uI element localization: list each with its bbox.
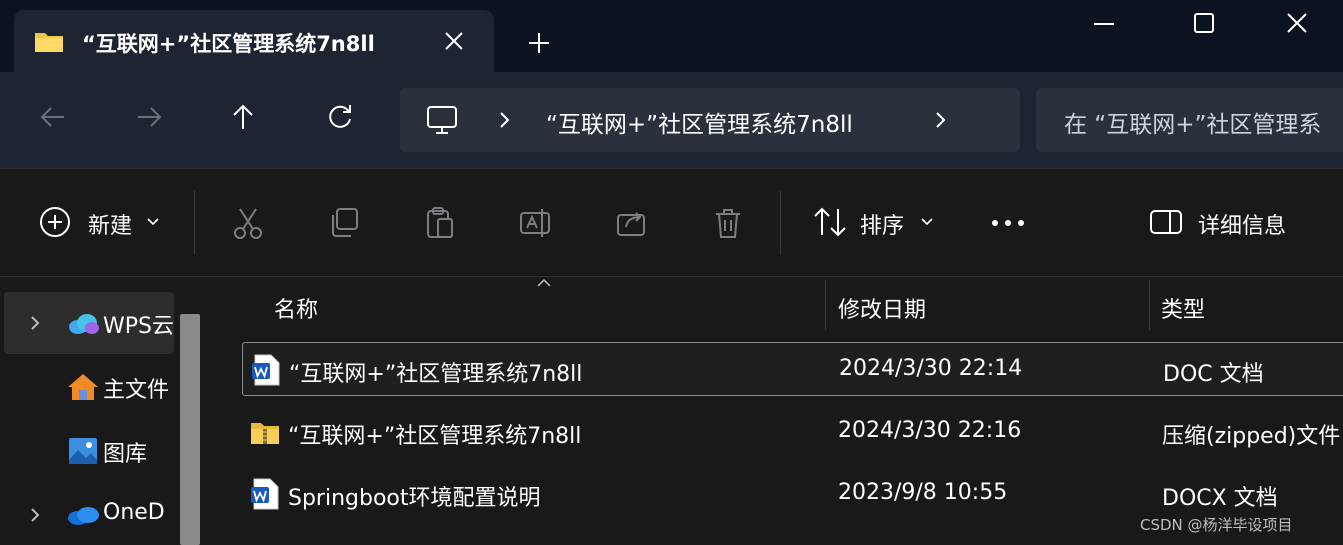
chevron-down-icon: [921, 218, 933, 226]
file-name: “互联网+”社区管理系统7n8ll: [289, 362, 583, 387]
back-arrow-icon[interactable]: [36, 100, 70, 134]
onedrive-icon: [68, 507, 99, 525]
toolbar-separator: [194, 191, 195, 255]
word-doc-icon: [251, 478, 279, 510]
close-tab-icon[interactable]: [440, 27, 468, 55]
tab-title: “互联网+”社区管理系统7n8ll: [82, 32, 375, 56]
rename-icon[interactable]: [518, 205, 554, 241]
sidebar-item-gallery[interactable]: 图库: [4, 420, 174, 482]
zip-folder-icon: [251, 423, 279, 444]
sidebar-item-label: 主文件: [103, 378, 170, 403]
forward-arrow-icon[interactable]: [132, 100, 166, 134]
refresh-icon[interactable]: [323, 100, 357, 134]
address-bar: “互联网+”社区管理系统7n8ll 在 “互联网+”社区管理系: [0, 72, 1343, 168]
file-type: DOCX 文档: [1162, 486, 1278, 511]
chevron-right-icon[interactable]: [928, 108, 952, 132]
sidebar-scrollbar-thumb[interactable]: [180, 314, 200, 545]
cut-icon[interactable]: [230, 205, 266, 241]
gallery-icon: [69, 438, 97, 464]
minimize-icon[interactable]: [1084, 8, 1124, 40]
file-list: 名称 修改日期 类型 “互联网+”社区管理系统7n8ll 2024/3/30 2…: [212, 278, 1343, 545]
column-header-name[interactable]: 名称: [274, 292, 318, 324]
toolbar-separator: [780, 191, 781, 255]
table-row[interactable]: “互联网+”社区管理系统7n8ll 2024/3/30 22:14 DOC 文档: [242, 342, 1343, 396]
file-modified: 2024/3/30 22:14: [839, 356, 1023, 381]
file-type: 压缩(zipped)文件: [1162, 424, 1341, 449]
details-pane-icon: [1150, 210, 1182, 234]
folder-icon: [35, 33, 63, 52]
table-row[interactable]: “互联网+”社区管理系统7n8ll 2024/3/30 22:16 压缩(zip…: [242, 405, 1343, 459]
breadcrumb-folder[interactable]: “互联网+”社区管理系统7n8ll: [546, 105, 853, 139]
details-label: 详细信息: [1198, 214, 1287, 239]
home-icon: [68, 374, 98, 400]
column-divider[interactable]: [825, 280, 826, 330]
sidebar-item-label: 图库: [103, 442, 148, 467]
new-label: 新建: [88, 214, 133, 239]
table-row[interactable]: Springboot环境配置说明 2023/9/8 10:55 DOCX 文档: [242, 467, 1343, 521]
plus-circle-icon: [40, 207, 70, 237]
chevron-right-icon[interactable]: [492, 108, 516, 132]
sidebar-item-wps-cloud[interactable]: WPS云: [4, 292, 174, 354]
wps-cloud-icon: [69, 314, 99, 334]
search-placeholder: 在 “互联网+”社区管理系: [1064, 112, 1322, 138]
chevron-right-icon[interactable]: [26, 505, 44, 525]
maximize-icon[interactable]: [1184, 8, 1224, 40]
command-bar: 新建 排序 详细信息: [0, 169, 1343, 277]
sort-button[interactable]: 排序: [812, 203, 942, 243]
computer-icon: [427, 106, 457, 134]
file-type: DOC 文档: [1163, 362, 1264, 387]
sort-ascending-icon: [537, 278, 551, 287]
word-doc-icon: [252, 354, 280, 386]
file-name: “互联网+”社区管理系统7n8ll: [288, 424, 582, 449]
paste-icon[interactable]: [422, 205, 458, 241]
sort-label: 排序: [860, 214, 905, 239]
sidebar-item-label: WPS云: [103, 314, 173, 339]
file-modified: 2024/3/30 22:16: [838, 418, 1022, 443]
chevron-down-icon: [147, 218, 159, 226]
search-input[interactable]: 在 “互联网+”社区管理系: [1036, 88, 1343, 152]
sidebar-item-onedrive[interactable]: OneD: [4, 484, 174, 545]
up-arrow-icon[interactable]: [226, 100, 260, 134]
sort-icon: [814, 207, 846, 237]
copy-icon[interactable]: [326, 205, 362, 241]
sidebar-item-home[interactable]: 主文件: [4, 356, 174, 418]
sidebar-item-label: OneD: [103, 500, 165, 525]
close-window-icon[interactable]: [1277, 8, 1317, 40]
watermark: CSDN @杨洋毕设项目: [1140, 516, 1293, 534]
delete-icon[interactable]: [710, 205, 746, 241]
column-header-type[interactable]: 类型: [1161, 292, 1205, 324]
column-header-modified[interactable]: 修改日期: [838, 292, 926, 324]
chevron-right-icon[interactable]: [26, 313, 44, 333]
file-name: Springboot环境配置说明: [288, 486, 541, 511]
title-bar: “互联网+”社区管理系统7n8ll: [0, 0, 1343, 72]
tab-active[interactable]: “互联网+”社区管理系统7n8ll: [14, 10, 494, 72]
details-button[interactable]: 详细信息: [1148, 203, 1318, 243]
new-button[interactable]: 新建: [36, 203, 166, 243]
share-icon[interactable]: [614, 205, 650, 241]
more-options-icon[interactable]: [988, 215, 1028, 231]
breadcrumb[interactable]: “互联网+”社区管理系统7n8ll: [400, 88, 1020, 152]
file-modified: 2023/9/8 10:55: [838, 480, 1008, 505]
column-divider[interactable]: [1149, 280, 1150, 330]
new-tab-icon[interactable]: [524, 28, 554, 58]
